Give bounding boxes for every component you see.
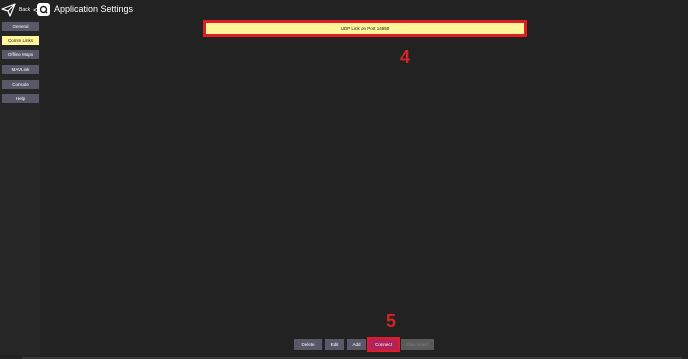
annotation-step-4: 4 (400, 47, 411, 67)
delete-button[interactable]: Delete (294, 339, 322, 350)
sidebar-item-help[interactable]: Help (2, 94, 39, 103)
page-title: Application Settings (54, 4, 134, 14)
back-button[interactable]: Back < (1, 2, 38, 18)
paper-plane-icon (1, 3, 16, 17)
annotation-step-5: 5 (386, 311, 397, 331)
sidebar-item-comm-links[interactable]: Comm Links (2, 36, 39, 45)
sidebar-item-offline-maps[interactable]: Offline Maps (2, 50, 39, 59)
back-label: Back (19, 7, 31, 13)
sidebar-item-console[interactable]: Console (2, 80, 39, 89)
add-button[interactable]: Add (347, 339, 366, 350)
comm-link-item-udp[interactable]: UDP Link on Port 14550 (203, 20, 527, 37)
sidebar: General Comm Links Offline Maps MAVLink … (0, 20, 40, 355)
edit-button[interactable]: Edit (325, 339, 344, 350)
connect-button[interactable]: Connect (367, 337, 400, 352)
top-bar: Back < Application Settings (0, 0, 688, 20)
sidebar-item-general[interactable]: General (2, 22, 39, 31)
sidebar-item-mavlink[interactable]: MAVLink (2, 65, 39, 74)
qgc-app-icon (37, 3, 50, 16)
disconnect-button[interactable]: Disconnect (401, 339, 434, 350)
